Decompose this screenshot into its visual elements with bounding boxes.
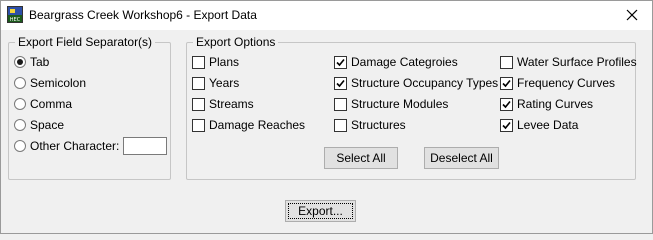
radio-other-character-control[interactable]: [14, 140, 26, 152]
checkbox-plans-box[interactable]: [192, 55, 205, 69]
radio-other-character-label: Other Character:: [30, 139, 120, 153]
radio-tab-label: Tab: [30, 55, 50, 69]
export-button[interactable]: Export...: [285, 200, 356, 222]
checkmark-icon: [336, 79, 345, 87]
checkbox-years[interactable]: Years: [192, 75, 239, 91]
field-separator-legend: Export Field Separator(s): [15, 35, 156, 49]
checkbox-water-surface-profiles-label: Water Surface Profiles: [517, 55, 637, 69]
export-options-group: Export Options Plans Years Streams Damag…: [186, 35, 637, 180]
checkbox-levee-data-label: Levee Data: [517, 118, 579, 132]
app-icon: HEC: [7, 6, 23, 23]
radio-comma[interactable]: Comma: [14, 96, 72, 112]
export-options-legend: Export Options: [193, 35, 279, 49]
radio-space[interactable]: Space: [14, 117, 64, 133]
checkbox-levee-data-box[interactable]: [500, 118, 513, 132]
checkbox-damage-categories-label: Damage Categroies: [351, 55, 458, 69]
checkbox-damage-reaches[interactable]: Damage Reaches: [192, 117, 305, 133]
checkbox-structures-label: Structures: [351, 118, 406, 132]
checkbox-water-surface-profiles-box[interactable]: [500, 55, 513, 69]
checkbox-rating-curves-box[interactable]: [500, 97, 513, 111]
radio-semicolon[interactable]: Semicolon: [14, 75, 86, 91]
checkmark-icon: [502, 121, 511, 129]
checkbox-damage-reaches-label: Damage Reaches: [209, 118, 306, 132]
radio-semicolon-label: Semicolon: [30, 76, 87, 90]
checkbox-structure-occupancy-types-box[interactable]: [334, 76, 347, 90]
other-character-input[interactable]: [123, 137, 168, 155]
checkbox-structure-modules-label: Structure Modules: [351, 97, 449, 111]
radio-tab-control[interactable]: [14, 56, 26, 68]
checkbox-streams-label: Streams: [209, 97, 254, 111]
checkbox-years-label: Years: [209, 76, 240, 90]
select-all-button[interactable]: Select All: [324, 147, 398, 169]
checkbox-structure-occupancy-types-label: Structure Occupancy Types: [351, 76, 499, 90]
title-bar: HEC Beargrass Creek Workshop6 - Export D…: [1, 1, 652, 30]
checkbox-structures-box[interactable]: [334, 118, 347, 132]
checkbox-streams[interactable]: Streams: [192, 96, 254, 112]
radio-other-character[interactable]: Other Character:: [14, 137, 168, 155]
window-title: Beargrass Creek Workshop6 - Export Data: [29, 8, 257, 22]
export-data-dialog: HEC Beargrass Creek Workshop6 - Export D…: [0, 0, 653, 234]
checkbox-structure-modules[interactable]: Structure Modules: [334, 96, 448, 112]
checkmark-icon: [502, 79, 511, 87]
checkbox-frequency-curves-label: Frequency Curves: [517, 76, 616, 90]
checkbox-structures[interactable]: Structures: [334, 117, 406, 133]
checkbox-frequency-curves[interactable]: Frequency Curves: [500, 75, 615, 91]
checkbox-damage-reaches-box[interactable]: [192, 118, 205, 132]
field-separator-group: Export Field Separator(s) Tab Semicolon …: [8, 35, 171, 180]
checkbox-plans[interactable]: Plans: [192, 54, 239, 70]
radio-comma-control[interactable]: [14, 98, 26, 110]
checkmark-icon: [502, 100, 511, 108]
deselect-all-button[interactable]: Deselect All: [424, 147, 499, 169]
checkbox-water-surface-profiles[interactable]: Water Surface Profiles: [500, 54, 637, 70]
radio-tab[interactable]: Tab: [14, 54, 49, 70]
checkbox-frequency-curves-box[interactable]: [500, 76, 513, 90]
checkbox-damage-categories[interactable]: Damage Categroies: [334, 54, 458, 70]
checkbox-streams-box[interactable]: [192, 97, 205, 111]
checkbox-rating-curves-label: Rating Curves: [517, 97, 594, 111]
checkmark-icon: [336, 58, 345, 66]
close-button[interactable]: [618, 4, 646, 26]
checkbox-years-box[interactable]: [192, 76, 205, 90]
checkbox-structure-occupancy-types[interactable]: Structure Occupancy Types: [334, 75, 498, 91]
checkbox-structure-modules-box[interactable]: [334, 97, 347, 111]
checkbox-damage-categories-box[interactable]: [334, 55, 347, 69]
checkbox-rating-curves[interactable]: Rating Curves: [500, 96, 593, 112]
radio-space-control[interactable]: [14, 119, 26, 131]
radio-comma-label: Comma: [30, 97, 73, 111]
checkbox-plans-label: Plans: [209, 55, 240, 69]
radio-space-label: Space: [30, 118, 65, 132]
checkbox-levee-data[interactable]: Levee Data: [500, 117, 578, 133]
close-icon: [626, 9, 638, 21]
radio-semicolon-control[interactable]: [14, 77, 26, 89]
